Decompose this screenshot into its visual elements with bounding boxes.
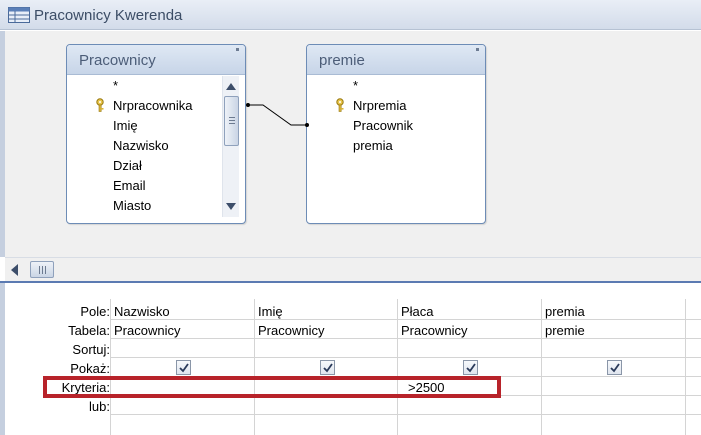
vertical-scrollbar[interactable] (222, 76, 239, 217)
field-list-premie[interactable]: premie * Nrpremia Pracownik premia (306, 44, 486, 224)
row-label-table: Tabela: (68, 323, 110, 338)
window-title: Pracownicy Kwerenda (34, 7, 183, 24)
resize-dot (236, 48, 239, 51)
grid-cell-table[interactable]: Pracownicy (114, 323, 180, 338)
row-label-sort: Sortuj: (72, 342, 110, 357)
field-list-pracownicy[interactable]: Pracownicy * Nrpracownika Imię Nazwisko … (66, 44, 246, 224)
checkmark-icon (323, 363, 333, 373)
field-list-body: * Nrpremia Pracownik premia (313, 76, 479, 217)
grid-line (110, 319, 701, 320)
field-list-header[interactable]: Pracownicy (67, 45, 245, 75)
scroll-up-icon[interactable] (226, 83, 236, 90)
primary-key-icon (96, 98, 104, 112)
grid-line (110, 357, 701, 358)
grid-cell-field[interactable]: premia (545, 304, 585, 319)
row-label-or: lub: (89, 399, 110, 414)
grid-line (110, 414, 701, 415)
field-item[interactable]: premia (353, 138, 393, 153)
grid-cell-field[interactable]: Nazwisko (114, 304, 170, 319)
relationship-line[interactable] (245, 96, 310, 132)
checkmark-icon (466, 363, 476, 373)
title-bar: Pracownicy Kwerenda (0, 0, 701, 30)
grid-cell-field[interactable]: Imię (258, 304, 283, 319)
field-item[interactable]: * (113, 78, 118, 93)
grid-cell-table[interactable]: Pracownicy (258, 323, 324, 338)
criteria-highlight-box (43, 376, 501, 398)
field-item[interactable]: Nazwisko (113, 138, 169, 153)
checkmark-icon (179, 363, 189, 373)
scroll-down-icon[interactable] (226, 203, 236, 210)
field-item[interactable]: Nrpremia (353, 98, 406, 113)
show-checkbox[interactable] (607, 360, 622, 375)
resize-dot (476, 48, 479, 51)
grid-line (110, 338, 701, 339)
checkmark-icon (610, 363, 620, 373)
field-item[interactable]: Nrpracownika (113, 98, 192, 113)
row-label-show: Pokaż: (70, 361, 110, 376)
scroll-thumb[interactable] (30, 261, 54, 278)
show-checkbox[interactable] (176, 360, 191, 375)
query-icon (8, 7, 30, 23)
row-label-field: Pole: (80, 304, 110, 319)
show-checkbox[interactable] (320, 360, 335, 375)
field-item[interactable]: * (353, 78, 358, 93)
query-design-canvas[interactable]: Pracownicy * Nrpracownika Imię Nazwisko … (0, 31, 701, 257)
scroll-left-icon[interactable] (11, 264, 18, 276)
field-item[interactable]: Miasto (113, 198, 151, 213)
horizontal-scrollbar[interactable] (5, 257, 701, 281)
field-list-body: * Nrpracownika Imię Nazwisko Dział Email… (73, 76, 239, 217)
field-item[interactable]: Dział (113, 158, 142, 173)
field-item[interactable]: Imię (113, 118, 138, 133)
query-design-grid[interactable]: Pole: Tabela: Sortuj: Pokaż: Kryteria: l… (0, 283, 701, 435)
grid-cell-field[interactable]: Płaca (401, 304, 434, 319)
primary-key-icon (336, 98, 344, 112)
field-list-header[interactable]: premie (307, 45, 485, 75)
scroll-thumb[interactable] (224, 96, 239, 146)
show-checkbox[interactable] (463, 360, 478, 375)
table-name: Pracownicy (79, 52, 156, 69)
grid-cell-table[interactable]: Pracownicy (401, 323, 467, 338)
grid-cell-table[interactable]: premie (545, 323, 585, 338)
table-name: premie (319, 52, 365, 69)
field-item[interactable]: Email (113, 178, 146, 193)
field-item[interactable]: Pracownik (353, 118, 413, 133)
